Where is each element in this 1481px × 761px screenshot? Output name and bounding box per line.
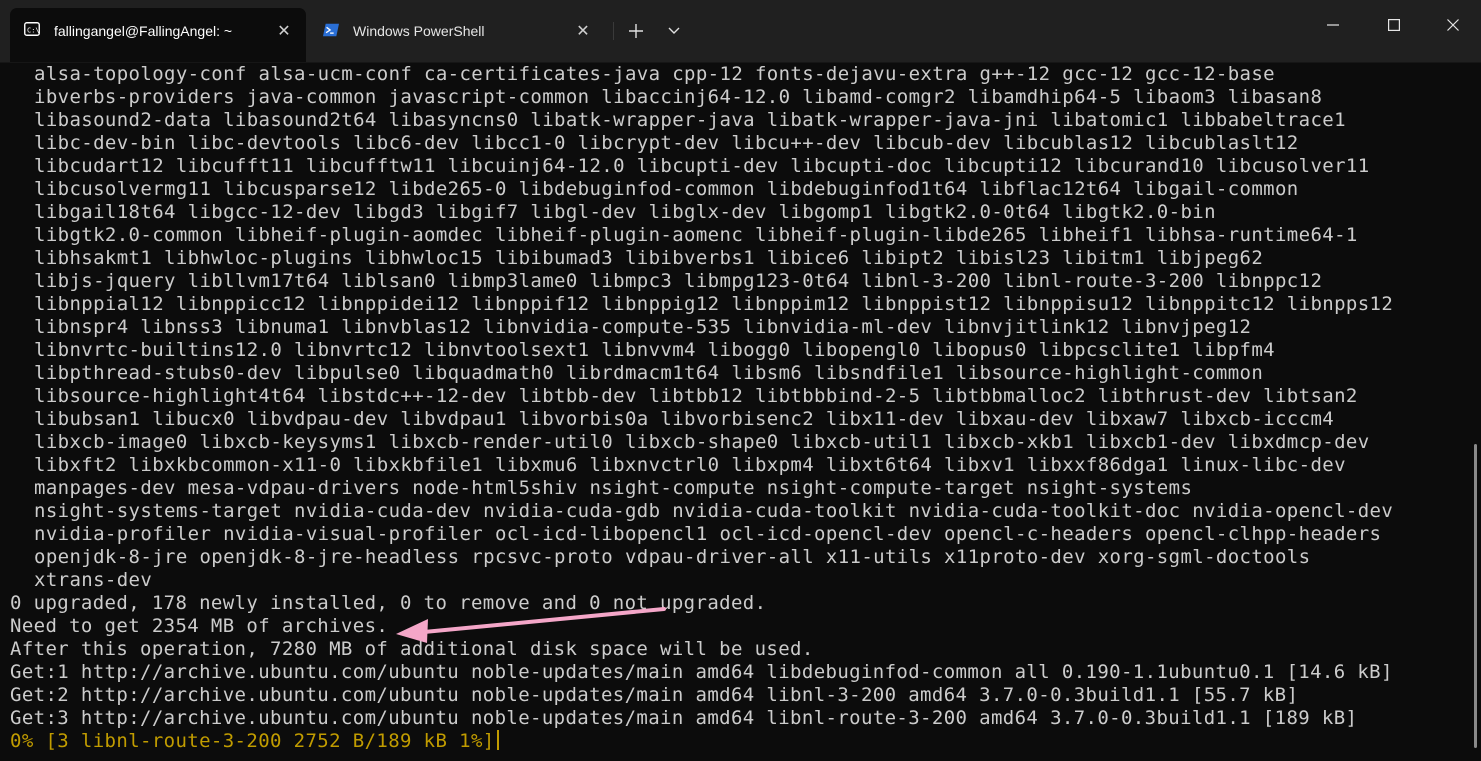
maximize-icon [1388,19,1400,31]
package-list-line: libhsakmt1 libhwloc-plugins libhwloc15 l… [34,247,1264,269]
maximize-button[interactable] [1368,8,1420,42]
terminal-output[interactable]: alsa-topology-conf alsa-ucm-conf ca-cert… [0,62,1481,761]
download-size-line: Need to get 2354 MB of archives. [10,615,389,637]
package-list-line: libjs-jquery libllvm17t64 liblsan0 libmp… [34,270,1323,292]
minimize-icon [1327,24,1339,26]
close-tab-icon[interactable]: ✕ [573,20,593,40]
progress-line: 0% [3 libnl-route-3-200 2752 B/189 kB 1%… [10,730,499,753]
package-list-line: xtrans-dev [34,569,153,591]
title-bar: C:\ fallingangel@FallingAngel: ~ ✕ Windo… [0,0,1481,62]
get-line: Get:3 http://archive.ubuntu.com/ubuntu n… [10,707,1358,729]
package-list-line: manpages-dev mesa-vdpau-drivers node-htm… [34,477,1193,499]
tab-ubuntu[interactable]: C:\ fallingangel@FallingAngel: ~ ✕ [10,8,306,62]
package-list-line: libxft2 libxkbcommon-x11-0 libxkbfile1 l… [34,454,1346,476]
get-line: Get:2 http://archive.ubuntu.com/ubuntu n… [10,684,1299,706]
close-icon [1447,19,1459,31]
package-list-line: alsa-topology-conf alsa-ucm-conf ca-cert… [34,63,1275,85]
package-list-line: ibverbs-providers java-common javascript… [34,86,1323,108]
package-list-line: libsource-highlight4t64 libstdc++-12-dev… [34,385,1358,407]
package-list-line: openjdk-8-jre openjdk-8-jre-headless rpc… [34,546,1311,568]
package-list-line: libubsan1 libucx0 libvdpau-dev libvdpau1… [34,408,1335,430]
progress-text: 0% [3 libnl-route-3-200 2752 B/189 kB 1%… [10,730,495,752]
tab-label: fallingangel@FallingAngel: ~ [54,23,233,39]
scrollbar-thumb[interactable] [1474,444,1477,748]
chevron-down-icon [668,27,680,34]
package-list-line: libnspr4 libnss3 libnuma1 libnvblas12 li… [34,316,1252,338]
package-list-line: libgtk2.0-common libheif-plugin-aomdec l… [34,224,1358,246]
minimize-button[interactable] [1307,8,1359,42]
new-tab-button[interactable] [621,16,651,46]
package-list-line: libnvrtc-builtins12.0 libnvrtc12 libnvto… [34,339,1275,361]
package-list-line: libnppial12 libnppicc12 libnppidei12 lib… [34,293,1394,315]
powershell-icon [323,23,339,37]
package-list-line: libasound2-data libasound2t64 libasyncns… [34,109,1346,131]
close-tab-icon[interactable]: ✕ [274,20,294,40]
package-list-line: libc-dev-bin libc-devtools libc6-dev lib… [34,132,1299,154]
package-list-line: libcusolvermg11 libcusparse12 libde265-0… [34,178,1299,200]
package-list-line: libgail18t64 libgcc-12-dev libgd3 libgif… [34,201,1216,223]
get-line: Get:1 http://archive.ubuntu.com/ubuntu n… [10,661,1393,683]
plus-icon [629,24,643,38]
tab-label: Windows PowerShell [353,23,485,39]
package-list-line: nvidia-profiler nvidia-visual-profiler o… [34,523,1382,545]
tab-separator [613,22,614,40]
package-list-line: nsight-systems-target nvidia-cuda-dev nv… [34,500,1394,522]
upgrade-summary-line: 0 upgraded, 178 newly installed, 0 to re… [10,592,767,614]
tab-powershell[interactable]: Windows PowerShell ✕ [309,8,605,54]
tab-dropdown-button[interactable] [659,16,689,46]
package-list-line: libcudart12 libcufft11 libcufftw11 libcu… [34,155,1370,177]
disk-space-line: After this operation, 7280 MB of additio… [10,638,814,660]
package-list-line: libxcb-image0 libxcb-keysyms1 libxcb-ren… [34,431,1370,453]
close-window-button[interactable] [1427,8,1479,42]
terminal-icon: C:\ [24,22,40,36]
text-cursor [496,730,499,750]
svg-text:C:\: C:\ [27,27,40,35]
package-list-line: libpthread-stubs0-dev libpulse0 libquadm… [34,362,1264,384]
